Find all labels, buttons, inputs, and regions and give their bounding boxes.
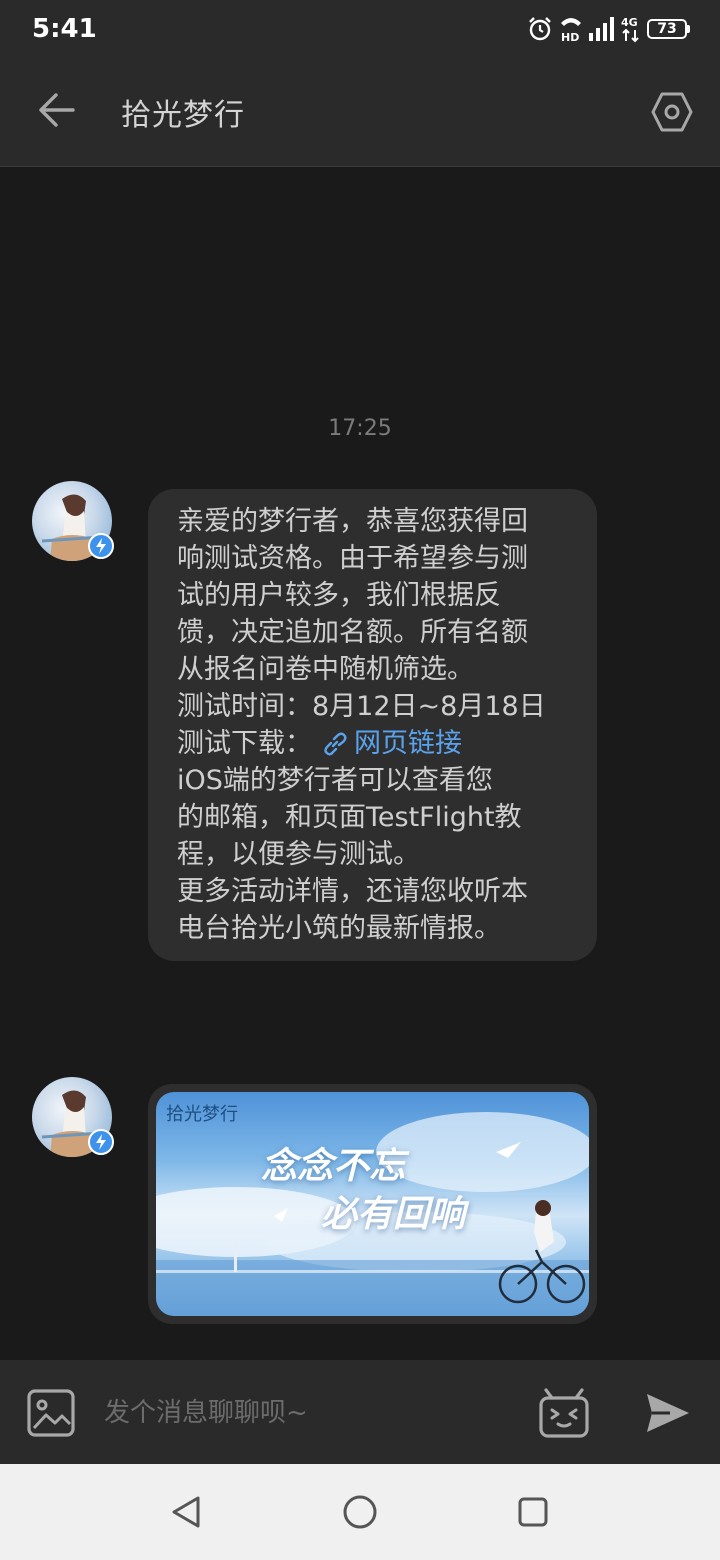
download-line: 测试下载： 网页链接 (177, 725, 571, 762)
circle-home-icon (343, 1495, 377, 1529)
input-bar (0, 1360, 720, 1464)
message-line: 亲爱的梦行者，恭喜您获得回 (177, 506, 528, 537)
gear-icon (651, 92, 693, 132)
message-input[interactable] (104, 1388, 504, 1438)
card-logo: 拾光梦行 (166, 1104, 238, 1125)
triangle-back-icon (172, 1496, 200, 1528)
settings-button[interactable] (648, 88, 696, 136)
nav-home-button[interactable] (336, 1488, 384, 1536)
message-bubble: 亲爱的梦行者，恭喜您获得回 响测试资格。由于希望参与测 试的用户较多，我们根据反… (148, 489, 597, 961)
message-line: 程，以便参与测试。 (177, 839, 420, 870)
web-link[interactable]: 网页链接 (322, 725, 462, 762)
message-line: 从报名问卷中随机筛选。 (177, 654, 474, 685)
send-icon (647, 1394, 689, 1432)
emoji-icon (539, 1388, 589, 1438)
nav-recents-button[interactable] (509, 1488, 557, 1536)
message-text: 亲爱的梦行者，恭喜您获得回 响测试资格。由于希望参与测 试的用户较多，我们根据反… (148, 489, 597, 961)
back-button[interactable] (32, 84, 82, 136)
message-line: 馈，决定追加名额。所有名额 (177, 617, 528, 648)
chat-header: 拾光梦行 (0, 54, 720, 167)
verified-badge-icon (88, 533, 114, 559)
message-line: 响测试资格。由于希望参与测 (177, 543, 528, 574)
message-line: 试的用户较多，我们根据反 (177, 580, 501, 611)
alarm-icon (529, 17, 551, 41)
test-time-line: 测试时间：8月12日~8月18日 (177, 691, 546, 722)
4g-icon: 4G (621, 16, 639, 43)
nav-back-button[interactable] (162, 1488, 210, 1536)
status-time: 5:41 (32, 14, 97, 44)
svg-text:4G: 4G (621, 16, 638, 29)
system-nav-bar (0, 1464, 720, 1560)
promo-image[interactable]: 拾光梦行 念念不忘 必有回响 (156, 1092, 589, 1316)
message-line: iOS端的梦行者可以查看您 (177, 765, 493, 796)
avatar[interactable] (32, 481, 114, 561)
message-timestamp: 17:25 (328, 416, 392, 441)
message-line: 电台拾光小筑的最新情报。 (177, 913, 501, 944)
hd-call-icon: HD (561, 18, 581, 43)
image-message[interactable]: 拾光梦行 念念不忘 必有回响 (148, 1084, 597, 1324)
status-icons: HD 4G 73 (527, 14, 690, 44)
message-line: 更多活动详情，还请您收听本 (177, 876, 528, 907)
avatar[interactable] (32, 1077, 114, 1157)
verified-badge-icon (88, 1129, 114, 1155)
emoji-button[interactable] (538, 1386, 590, 1440)
download-label: 测试下载： (177, 728, 312, 759)
image-picker-button[interactable] (26, 1388, 76, 1438)
square-recents-icon (518, 1497, 548, 1527)
page-title: 拾光梦行 (121, 98, 245, 133)
card-headline: 念念不忘 必有回响 (261, 1145, 466, 1235)
signal-icon (589, 17, 614, 41)
status-bar: 5:41 HD 4G 73 (0, 0, 720, 54)
arrow-left-icon (39, 93, 75, 127)
image-icon (27, 1389, 75, 1437)
web-link-label[interactable]: 网页链接 (354, 725, 462, 762)
svg-text:HD: HD (561, 31, 579, 43)
battery-icon: 73 (647, 19, 690, 39)
link-icon (324, 732, 347, 755)
send-button[interactable] (644, 1390, 692, 1436)
message-line: 的邮箱，和页面TestFlight教 (177, 802, 522, 833)
